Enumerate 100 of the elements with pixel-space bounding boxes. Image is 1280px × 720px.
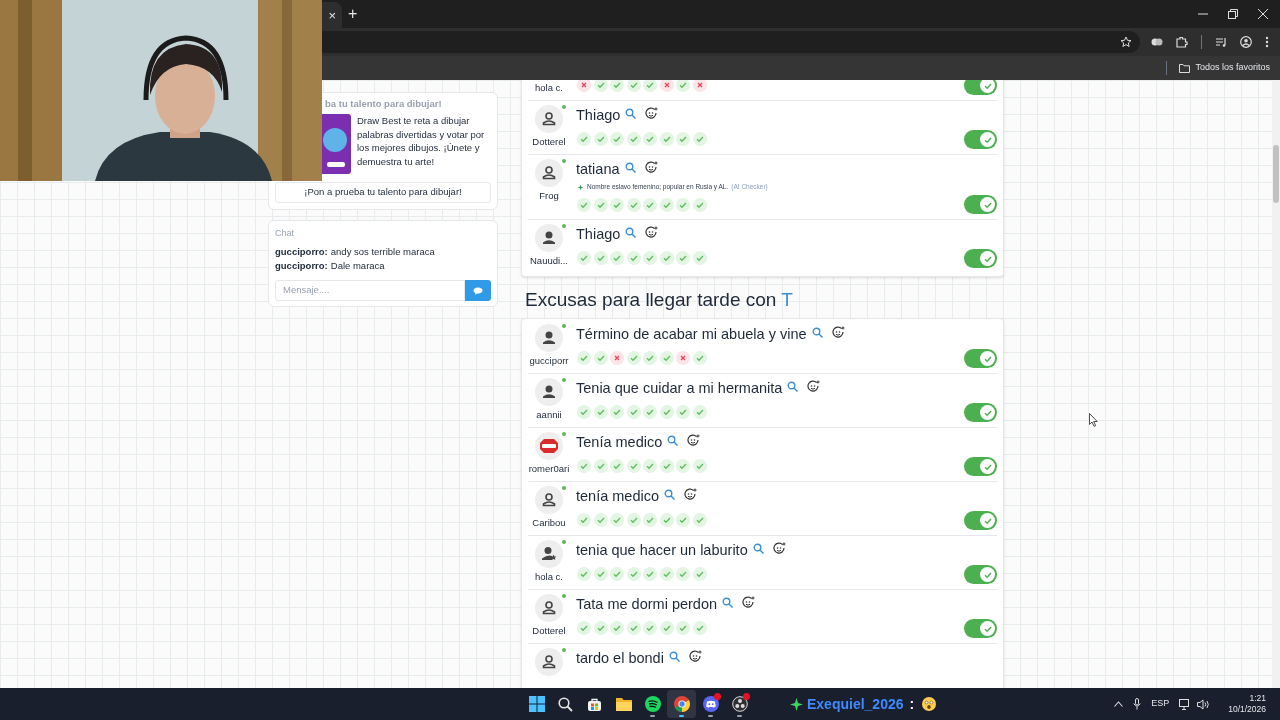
search-icon[interactable] <box>752 543 764 554</box>
answer-text: Tata me dormi perdon <box>576 595 718 615</box>
user-avatar <box>535 594 563 622</box>
answer-text: Tenía medico <box>576 433 663 453</box>
player-name: aannii <box>536 409 562 421</box>
message-input[interactable]: Mensaje.... <box>275 280 465 301</box>
scrollbar-thumb[interactable] <box>1273 145 1279 203</box>
send-button[interactable] <box>465 280 491 301</box>
answer-text: tenia que hacer un laburito <box>576 541 748 561</box>
player-name: hola c. <box>535 571 563 583</box>
shocked-emoji-icon <box>922 697 937 711</box>
toggle-switch[interactable] <box>964 195 997 214</box>
section-title: Excusas para llegar tarde con T <box>524 288 794 312</box>
player-name: romer0ari <box>528 463 570 475</box>
shopping-bag-icon <box>587 696 602 712</box>
answer-text: Término de acabar mi abuela y vine <box>576 325 807 345</box>
network-icon[interactable] <box>1179 698 1192 710</box>
search-icon[interactable] <box>624 162 636 173</box>
answer-text: tatiana <box>576 160 620 180</box>
bookmarks-folder[interactable]: Todos los favoritos <box>1179 61 1270 75</box>
profile-icon[interactable] <box>1240 36 1252 48</box>
folder-icon <box>1179 63 1191 73</box>
search-icon[interactable] <box>664 489 676 500</box>
toggle-switch[interactable] <box>964 619 997 638</box>
search-icon[interactable] <box>667 435 679 446</box>
toggle-switch[interactable] <box>964 130 997 149</box>
clock-time[interactable]: 1:21 <box>1249 693 1266 704</box>
browser-tab[interactable]: × <box>322 2 342 28</box>
chat-username: gucciporro: <box>275 259 328 273</box>
bookmarks-label: Todos los favoritos <box>1195 61 1270 75</box>
add-reaction-icon[interactable] <box>831 326 845 339</box>
add-reaction-icon[interactable] <box>742 596 756 609</box>
user-avatar <box>535 324 563 352</box>
promo-button[interactable]: ¡Pon a prueba tu talento para dibujar! <box>275 182 491 203</box>
player-name: Frog <box>539 190 559 202</box>
toggle-switch[interactable] <box>964 403 997 422</box>
search-icon[interactable] <box>722 597 734 608</box>
user-avatar <box>535 486 563 514</box>
player-name: hola c. <box>535 82 563 94</box>
toggle-switch[interactable] <box>964 80 997 95</box>
extension-icon[interactable] <box>1151 36 1163 48</box>
player-name: Dotterel <box>532 136 566 148</box>
close-icon[interactable] <box>1258 9 1268 19</box>
player-name: Nauudi... <box>530 255 568 267</box>
add-reaction-icon[interactable] <box>645 226 659 239</box>
search-icon <box>558 696 573 712</box>
answer-text: Thiago <box>576 225 621 245</box>
media-list-icon[interactable] <box>1215 36 1227 48</box>
toggle-switch[interactable] <box>964 249 997 268</box>
tab-close-button[interactable]: × <box>328 8 336 22</box>
recording-app-icon <box>731 696 748 712</box>
user-avatar <box>535 540 563 568</box>
answer-text: Tenia que cuidar a mi hermanita <box>576 379 783 399</box>
toggle-switch[interactable] <box>964 349 997 368</box>
add-reaction-icon[interactable] <box>772 542 786 555</box>
sparkle-icon <box>577 183 584 191</box>
chat-message: Dale maraca <box>330 259 385 273</box>
promo-title: ba tu talento para dibujar! <box>324 97 443 111</box>
toggle-switch[interactable] <box>964 457 997 476</box>
answer-text: tenía medico <box>576 487 660 507</box>
user-avatar <box>535 105 563 133</box>
player-name: Dotterel <box>532 625 566 637</box>
toggle-switch[interactable] <box>964 565 997 584</box>
add-reaction-icon[interactable] <box>807 380 821 393</box>
user-avatar <box>535 224 563 252</box>
new-tab-button[interactable]: + <box>348 6 358 22</box>
chat-message: andy sos terrible maraca <box>330 245 435 259</box>
add-reaction-icon[interactable] <box>644 161 658 174</box>
add-reaction-icon[interactable] <box>688 650 702 663</box>
search-icon[interactable] <box>668 651 680 662</box>
speaker-icon[interactable] <box>1197 698 1211 710</box>
scrollbar[interactable] <box>1272 80 1280 688</box>
puzzle-icon[interactable] <box>1176 36 1188 48</box>
search-icon[interactable] <box>787 381 799 392</box>
search-icon[interactable] <box>625 227 637 238</box>
search-icon[interactable] <box>811 327 823 338</box>
add-reaction-icon[interactable] <box>645 107 659 120</box>
taskbar-app[interactable] <box>667 690 696 718</box>
star-icon[interactable] <box>1120 36 1132 48</box>
answer-text: tardo el bondi <box>576 649 664 669</box>
search-icon[interactable] <box>625 108 637 119</box>
add-reaction-icon[interactable] <box>684 488 698 501</box>
speech-bubble-icon <box>473 286 483 295</box>
clock-date[interactable]: 10/1/2026 <box>1228 704 1266 715</box>
add-reaction-icon[interactable] <box>687 434 701 447</box>
toggle-switch[interactable] <box>964 511 997 530</box>
promo-description: Draw Best te reta a dibujar palabras divertidas y votar por los mejores dibujos. ¡Únete y demuestra tu arte! <box>357 114 486 169</box>
microphone-icon[interactable] <box>1133 698 1142 710</box>
stream-username: Exequiel_2026 <box>807 694 904 714</box>
language-indicator[interactable]: ESP <box>1151 697 1170 711</box>
stream-separator: : <box>909 694 915 714</box>
chat-title: Chat <box>275 227 295 239</box>
sparkle-icon <box>790 697 803 711</box>
chevron-up-icon[interactable] <box>1114 701 1124 707</box>
restore-icon[interactable] <box>1228 9 1238 19</box>
cursor-icon <box>1089 413 1098 427</box>
music-app-icon <box>644 696 661 712</box>
user-avatar <box>535 378 563 406</box>
menu-icon[interactable] <box>1265 36 1269 48</box>
user-avatar <box>535 159 563 187</box>
